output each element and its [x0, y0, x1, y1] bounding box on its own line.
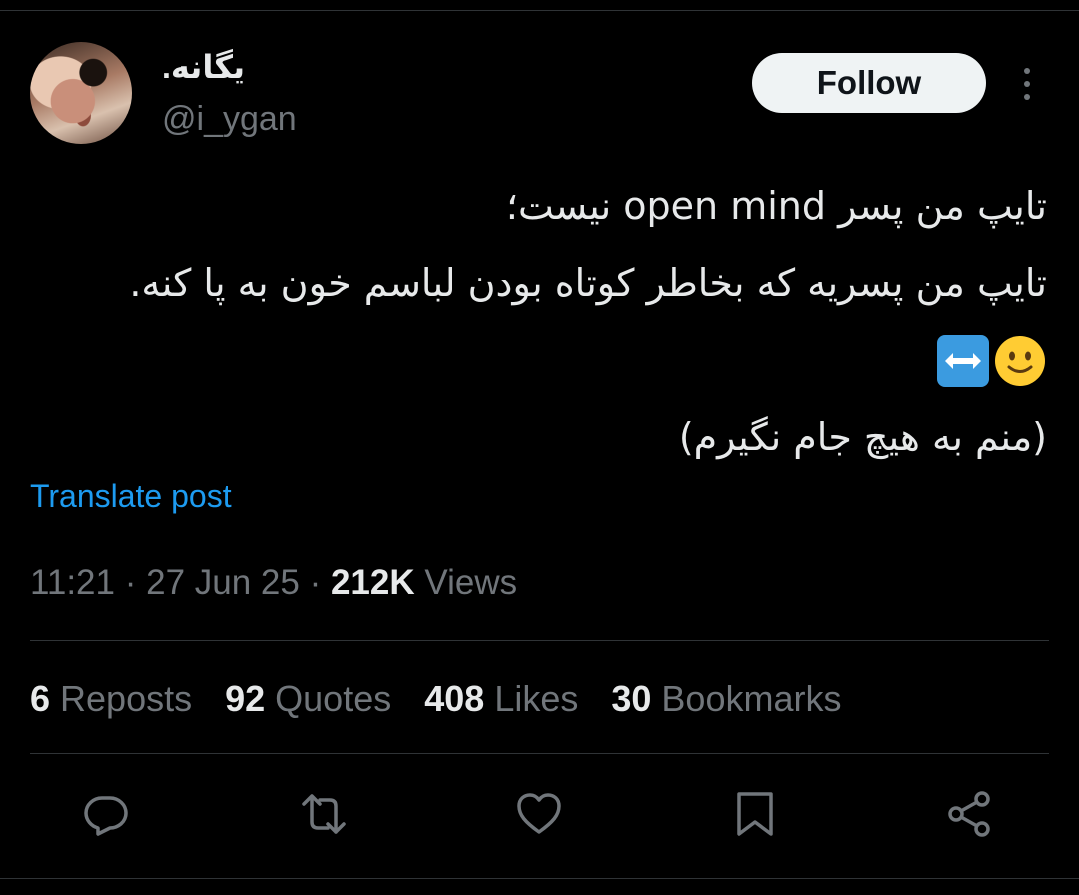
- views-label: Views: [414, 563, 518, 602]
- left-right-arrow-emoji-icon: [937, 334, 989, 387]
- display-name[interactable]: یگانه.: [162, 48, 245, 86]
- translate-post-link[interactable]: Translate post: [30, 478, 232, 515]
- slightly-smiling-face-emoji-icon: [995, 335, 1045, 386]
- meta-separator: ·: [115, 563, 147, 602]
- divider: [30, 640, 1049, 641]
- top-divider: [0, 10, 1079, 11]
- reply-icon[interactable]: [82, 790, 130, 838]
- engagement-stats: 6 Reposts 92 Quotes 408 Likes 30 Bookmarks: [30, 678, 841, 720]
- views-count: 212K: [330, 563, 415, 602]
- more-options-icon[interactable]: [1016, 66, 1038, 102]
- tweet-line-2: تایپ من پسریه که بخاطر کوتاه بودن لباسم …: [129, 261, 1047, 305]
- tweet-line-3: (منم به هیچ جام نگیرم): [678, 415, 1047, 459]
- tweet-text: تایپ من پسر open mind نیست؛ تایپ من پسری…: [27, 168, 1047, 476]
- likes-stat[interactable]: 408 Likes: [424, 678, 578, 720]
- user-handle[interactable]: @i_ygan: [162, 100, 297, 139]
- bottom-divider: [0, 878, 1079, 879]
- tweet-date[interactable]: 27 Jun 25: [146, 563, 300, 602]
- tweet-line-1: تایپ من پسر open mind نیست؛: [505, 184, 1047, 228]
- follow-button[interactable]: Follow: [752, 53, 986, 113]
- bookmark-icon[interactable]: [731, 790, 779, 838]
- tweet-meta: 11:21 · 27 Jun 25 · 212K Views: [30, 563, 517, 603]
- reposts-stat[interactable]: 6 Reposts: [30, 678, 192, 720]
- bookmarks-stat[interactable]: 30 Bookmarks: [611, 678, 841, 720]
- tweet-time[interactable]: 11:21: [30, 563, 115, 602]
- like-icon[interactable]: [515, 790, 563, 838]
- avatar[interactable]: [30, 42, 132, 144]
- quotes-stat[interactable]: 92 Quotes: [225, 678, 391, 720]
- share-icon[interactable]: [946, 790, 994, 838]
- repost-icon[interactable]: [300, 790, 348, 838]
- divider: [30, 753, 1049, 754]
- meta-separator: ·: [299, 563, 331, 602]
- emoji-row: [27, 322, 1047, 399]
